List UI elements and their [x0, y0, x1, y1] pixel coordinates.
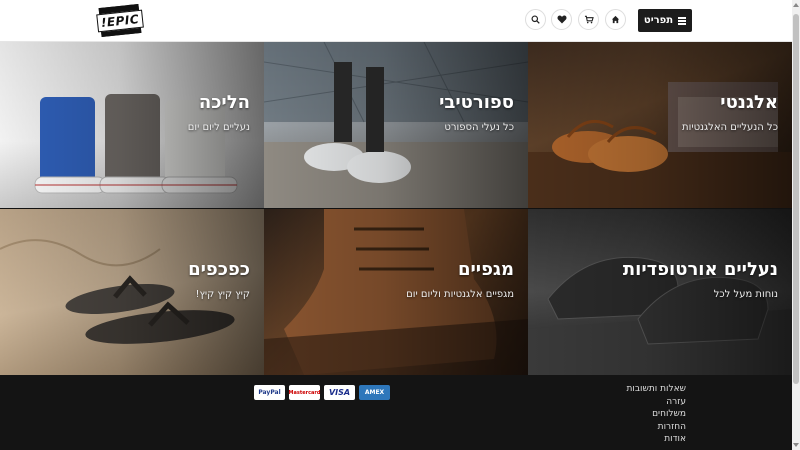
category-tile-walking[interactable]: הליכה נעליים ליום יום [0, 42, 264, 208]
page-scrollbar[interactable] [792, 0, 800, 450]
search-icon [531, 15, 540, 24]
footer-link-faq[interactable]: שאלות ותשובות [626, 383, 686, 396]
category-tile-boots[interactable]: מגפיים מגפיים אלגנטיות וליום יום [264, 209, 528, 375]
footer-links: שאלות ותשובות עזרה משלוחים החזרות אודות [626, 383, 686, 446]
search-button[interactable] [525, 9, 546, 30]
heart-icon [556, 15, 567, 24]
footer-link-shipping[interactable]: משלוחים [626, 408, 686, 421]
category-title: הליכה [198, 92, 250, 113]
paypal-icon: PayPal [254, 385, 285, 400]
payment-methods: PayPal Mastercard VISA AMEX [254, 385, 390, 400]
footer-link-about[interactable]: אודות [626, 433, 686, 446]
category-subtitle: כל הנעליים האלגנטיות [682, 122, 778, 133]
menu-label: תפריט [643, 15, 674, 26]
site-logo[interactable]: EPIC! [96, 3, 144, 38]
category-subtitle: נעליים ליום יום [187, 122, 250, 133]
category-title: נעליים אורטופדיות [622, 259, 778, 280]
cart-icon [584, 15, 594, 24]
category-subtitle: נוחות מעל לכל [713, 289, 778, 300]
wishlist-button[interactable] [551, 9, 572, 30]
scroll-up-arrow-icon[interactable] [793, 3, 799, 7]
hamburger-icon [678, 17, 687, 25]
category-tile-elegant[interactable]: אלגנטי כל הנעליים האלגנטיות [528, 42, 792, 208]
category-title: מגפיים [457, 259, 514, 280]
category-tile-flipflops[interactable]: כפכפים קיץ קיץ קיץ! [0, 209, 264, 375]
category-subtitle: כל נעלי הספורט [444, 122, 514, 133]
category-title: ספורטיבי [439, 92, 514, 113]
site-header: תפריט EPIC! [0, 0, 792, 42]
category-tile-sport[interactable]: ספורטיבי כל נעלי הספורט [264, 42, 528, 208]
category-title: אלגנטי [720, 92, 778, 113]
cart-button[interactable] [578, 9, 599, 30]
category-grid: אלגנטי כל הנעליים האלגנטיות ספורטיבי כל … [0, 42, 792, 375]
category-subtitle: מגפיים אלגנטיות וליום יום [406, 289, 514, 300]
home-icon [611, 15, 620, 24]
footer-link-returns[interactable]: החזרות [626, 421, 686, 434]
scroll-down-arrow-icon[interactable] [793, 443, 799, 447]
site-footer: שאלות ותשובות עזרה משלוחים החזרות אודות … [0, 375, 792, 450]
category-tile-orthopedic[interactable]: נעליים אורטופדיות נוחות מעל לכל [528, 209, 792, 375]
category-title: כפכפים [188, 259, 250, 280]
home-button[interactable] [605, 9, 626, 30]
amex-icon: AMEX [359, 385, 390, 400]
scrollbar-thumb[interactable] [793, 14, 799, 384]
menu-button[interactable]: תפריט [638, 9, 692, 32]
mastercard-icon: Mastercard [289, 385, 320, 400]
category-subtitle: קיץ קיץ קיץ! [195, 289, 250, 300]
visa-icon: VISA [324, 385, 355, 400]
footer-link-help[interactable]: עזרה [626, 396, 686, 409]
